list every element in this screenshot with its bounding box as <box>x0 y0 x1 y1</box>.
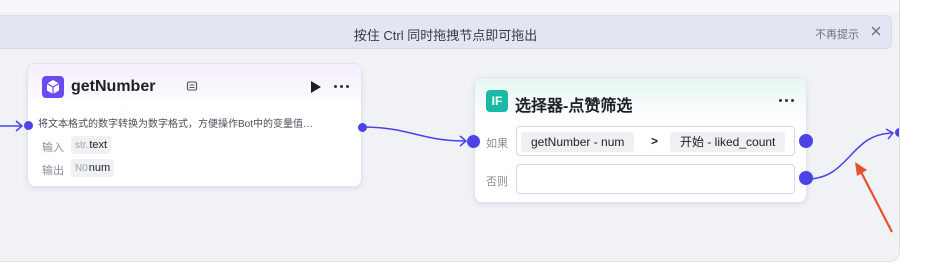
input-type: str. <box>75 140 89 151</box>
output-label: 输出 <box>42 165 64 177</box>
play-icon[interactable] <box>311 81 321 93</box>
cube-icon <box>46 80 60 94</box>
arrow-annotation <box>855 162 893 233</box>
node-title: getNumber <box>71 78 156 95</box>
if-condition-icon: IF <box>486 90 508 112</box>
more-options-icon[interactable] <box>333 78 351 94</box>
node-title: 选择器-点赞筛选 <box>515 98 633 115</box>
store-badge-icon <box>186 81 198 91</box>
left-operand-pill[interactable]: getNumber - num <box>521 132 635 152</box>
input-param-pill: str.text <box>71 136 112 154</box>
getnumber-input-port[interactable] <box>24 121 33 130</box>
selector-node[interactable]: IF 选择器-点赞筛选 如果 getNumber - num > 开始 - li… <box>474 77 807 203</box>
getnumber-output-port[interactable] <box>358 123 367 132</box>
right-operand-pill[interactable]: 开始 - liked_count <box>670 132 786 152</box>
input-label: 输入 <box>42 142 64 154</box>
operator[interactable]: > <box>651 134 658 148</box>
workflow-canvas[interactable]: 按住 Ctrl 同时拖拽节点即可拖出 不再提示 getNumber 将文本格式的… <box>0 0 900 262</box>
node-description: 将文本格式的数字转换为数字格式，方便操作Bot中的变量值… <box>38 119 314 130</box>
input-name: text <box>89 139 108 151</box>
else-branch-field[interactable] <box>516 164 795 194</box>
edge-getnumber-to-selector <box>361 126 467 142</box>
output-param-pill: N0num <box>71 159 115 177</box>
else-branch-output-port[interactable] <box>799 171 813 185</box>
selector-input-port[interactable] <box>467 135 480 148</box>
if-branch-output-port[interactable] <box>799 134 813 148</box>
output-type: N0 <box>75 163 88 174</box>
edge-target-port[interactable] <box>895 128 899 137</box>
else-label: 否则 <box>486 176 508 188</box>
output-name: num <box>88 162 111 174</box>
plugin-icon <box>42 76 64 98</box>
getnumber-node[interactable]: getNumber 将文本格式的数字转换为数字格式，方便操作Bot中的变量值… … <box>27 63 362 187</box>
more-options-icon[interactable] <box>778 92 796 108</box>
condition-row[interactable]: getNumber - num > 开始 - liked_count <box>516 126 795 156</box>
if-label: 如果 <box>486 138 508 150</box>
